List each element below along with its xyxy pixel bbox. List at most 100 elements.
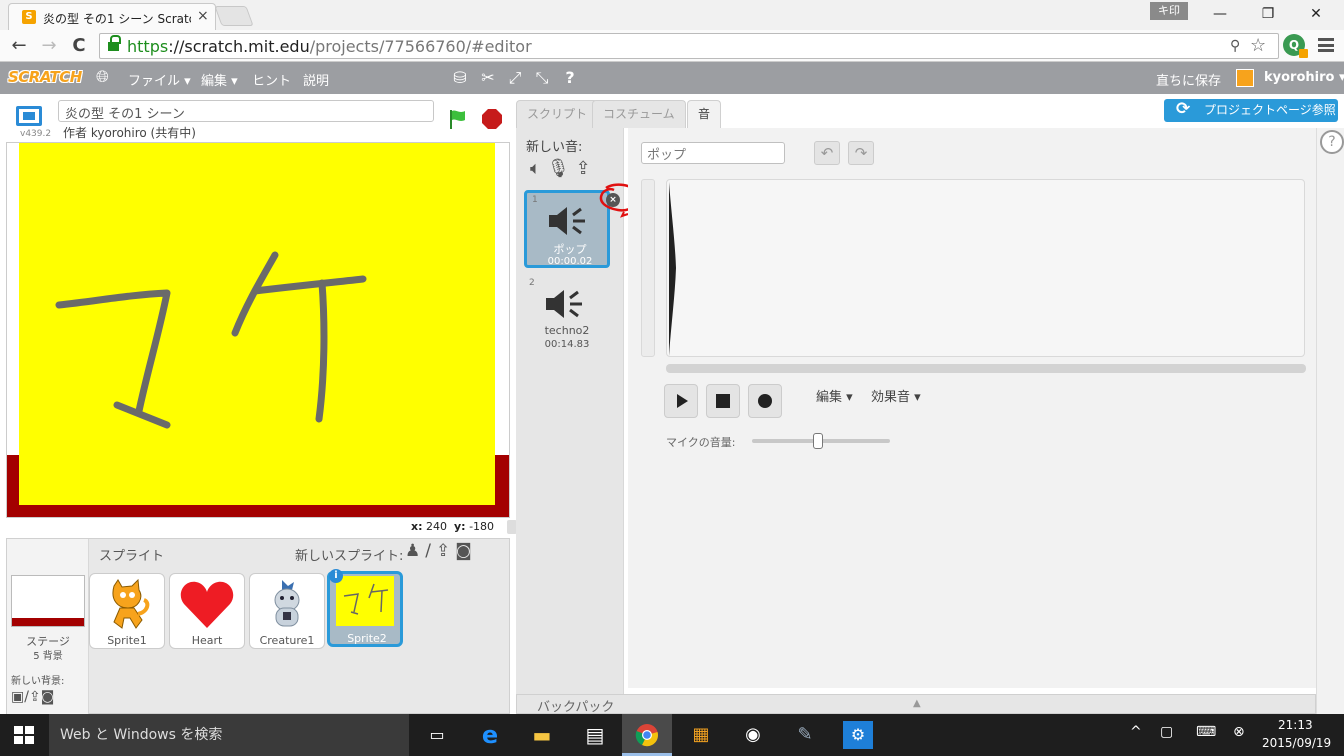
- store-icon[interactable]: ▤: [580, 721, 610, 749]
- creature-sprite-icon: [274, 580, 300, 627]
- paint-app-icon[interactable]: ✎: [790, 721, 820, 749]
- stop-icon[interactable]: [482, 109, 502, 129]
- taskbar-search-input[interactable]: Web と Windows を検索: [49, 714, 409, 756]
- stage-selector[interactable]: ステージ 5 背景 新しい背景: ▣/⇪◙: [7, 539, 89, 715]
- stop-button[interactable]: [706, 384, 740, 418]
- redo-icon[interactable]: ↷: [848, 141, 874, 165]
- bookmark-star-icon[interactable]: ☆: [1250, 35, 1266, 56]
- file-menu[interactable]: ファイル ▾: [128, 70, 191, 89]
- upload-backdrop-icon[interactable]: ⇪: [29, 689, 41, 705]
- windows-start-icon[interactable]: [14, 726, 34, 744]
- key-icon[interactable]: ⚲: [1230, 38, 1240, 54]
- undo-icon[interactable]: ↶: [814, 141, 840, 165]
- block-help-icon[interactable]: ?: [560, 68, 580, 88]
- record-sound-icon[interactable]: 🎙︎: [547, 158, 576, 179]
- minimize-button[interactable]: —: [1198, 3, 1242, 27]
- heart-sprite-icon: [180, 581, 234, 628]
- new-backdrop-label: 新しい背景:: [11, 676, 65, 687]
- chrome-icon[interactable]: [635, 723, 659, 747]
- reload-button[interactable]: C: [68, 35, 90, 57]
- keyboard-icon[interactable]: ⌨: [1196, 724, 1216, 740]
- sound-library-icon[interactable]: 🔈︎: [530, 158, 547, 179]
- grow-tool-icon[interactable]: ⤢: [505, 68, 525, 88]
- waveform-vertical-scrollbar[interactable]: [641, 179, 655, 357]
- waveform-horizontal-scrollbar[interactable]: [666, 364, 1306, 373]
- sound-effects-menu[interactable]: 効果音 ▾: [871, 386, 921, 405]
- play-button[interactable]: [664, 384, 698, 418]
- browser-tab[interactable]: S 炎の型 その1 シーン Scratch ×: [8, 3, 216, 30]
- sprites-title: スプライト: [99, 549, 165, 564]
- settings-app-icon[interactable]: ⚙: [843, 721, 873, 749]
- new-sprite-label: 新しいスプライト:: [295, 549, 404, 564]
- record-button[interactable]: [748, 384, 782, 418]
- task-view-icon[interactable]: ▭: [422, 721, 452, 749]
- sprite-card-sprite2[interactable]: Sprite2 i: [327, 569, 403, 647]
- sound-editor: ポップ ↶ ↷ 編集 ▾ 効果音 ▾ マイクの音量:: [628, 128, 1316, 688]
- address-bar: ← → C https://scratch.mit.edu/projects/7…: [0, 30, 1344, 62]
- help-icon[interactable]: ?: [1320, 130, 1344, 154]
- language-globe-icon[interactable]: 🌐︎: [96, 67, 109, 87]
- delete-tool-icon[interactable]: ✂: [478, 68, 498, 88]
- sprite-info-icon[interactable]: i: [329, 569, 343, 583]
- extension-icon[interactable]: Q: [1283, 34, 1308, 58]
- edit-menu[interactable]: 編集 ▾: [201, 70, 238, 89]
- clock-date: 2015/09/19: [1262, 736, 1332, 750]
- forward-button[interactable]: →: [38, 35, 60, 57]
- sound-name-input[interactable]: ポップ: [641, 142, 785, 164]
- about-menu[interactable]: 説明: [303, 70, 329, 89]
- sprite-card-sprite1[interactable]: Sprite1: [89, 573, 165, 649]
- new-tab-button[interactable]: [214, 6, 254, 26]
- mic-volume-knob[interactable]: [813, 433, 824, 449]
- backdrop-library-icon[interactable]: ▣: [11, 689, 24, 705]
- camera-backdrop-icon[interactable]: ◙: [41, 689, 55, 705]
- tab-sounds[interactable]: 音: [687, 100, 722, 128]
- sound-item-techno2[interactable]: 2 techno2 00:14.83: [524, 276, 610, 354]
- backpack-expand-icon[interactable]: ▲: [913, 698, 921, 709]
- shrink-tool-icon[interactable]: ⤡: [532, 68, 552, 88]
- edge-browser-icon[interactable]: e: [475, 721, 505, 749]
- backpack-bar[interactable]: バックパック ▲: [516, 694, 1316, 715]
- waveform-display[interactable]: [666, 179, 1305, 357]
- camera-sprite-icon[interactable]: ◙: [455, 541, 477, 561]
- user-menu[interactable]: kyorohiro ▾: [1264, 70, 1344, 85]
- book-app-icon[interactable]: ◉: [738, 721, 768, 749]
- fullscreen-icon[interactable]: [16, 106, 42, 126]
- url-input[interactable]: https://scratch.mit.edu/projects/7756676…: [99, 33, 1279, 59]
- back-button[interactable]: ←: [8, 35, 30, 57]
- tab-title: 炎の型 その1 シーン Scratch: [43, 12, 191, 26]
- tab-costumes[interactable]: コスチューム: [592, 100, 686, 128]
- speaker-icon: [546, 290, 582, 318]
- ime-badge: キ印: [1150, 2, 1188, 20]
- tips-menu[interactable]: ヒント: [252, 70, 291, 89]
- project-title-input[interactable]: 炎の型 その1 シーン: [58, 100, 434, 122]
- cat-sprite-icon: [112, 578, 150, 629]
- sprite-card-creature1[interactable]: Creature1: [249, 573, 325, 649]
- project-page-button[interactable]: プロジェクトページ参照: [1164, 98, 1338, 122]
- close-window-button[interactable]: ✕: [1294, 3, 1338, 27]
- upload-sprite-icon[interactable]: ⇪: [436, 541, 455, 561]
- sprite-library-icon[interactable]: ♟: [405, 541, 425, 561]
- restore-button[interactable]: ❐: [1246, 3, 1290, 27]
- app-grid-icon[interactable]: ▦: [686, 721, 716, 749]
- chrome-menu-icon[interactable]: [1318, 38, 1334, 52]
- stage-thumbnail[interactable]: [11, 575, 85, 627]
- clock-time: 21:13: [1278, 718, 1313, 732]
- sprite-card-heart[interactable]: Heart: [169, 573, 245, 649]
- sound-edit-menu[interactable]: 編集 ▾: [816, 386, 853, 405]
- tab-scripts[interactable]: スクリプト: [516, 100, 599, 128]
- notifications-icon[interactable]: ▢: [1160, 724, 1173, 740]
- ime-status-icon[interactable]: ⊗: [1233, 724, 1245, 740]
- upload-sound-icon[interactable]: ⇪: [576, 158, 597, 179]
- paint-sprite-icon[interactable]: /: [425, 541, 436, 561]
- scratch-logo[interactable]: SCRATCH: [8, 68, 82, 86]
- stage-canvas[interactable]: [6, 142, 510, 518]
- yellow-drawing-sprite-icon: [336, 576, 394, 626]
- editor-tabs: スクリプト コスチューム 音 プロジェクトページ参照: [516, 98, 1344, 128]
- duplicate-tool-icon[interactable]: ⛁: [450, 68, 470, 88]
- green-flag-icon[interactable]: [446, 108, 468, 130]
- save-now-button[interactable]: 直ちに保存: [1156, 70, 1221, 89]
- file-explorer-icon[interactable]: ▬: [527, 721, 557, 749]
- user-avatar[interactable]: [1236, 69, 1254, 87]
- tray-chevron-icon[interactable]: ^: [1130, 724, 1142, 740]
- tab-close-icon[interactable]: ×: [197, 8, 209, 24]
